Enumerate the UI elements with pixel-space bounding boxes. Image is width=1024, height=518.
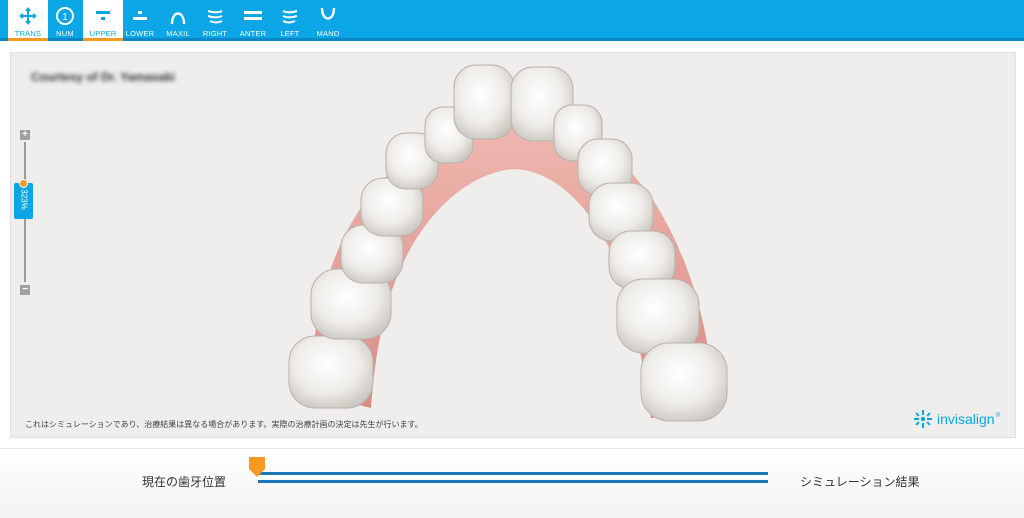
tool-mand[interactable]: MAND (308, 0, 348, 41)
upper-view-icon (83, 4, 123, 28)
tool-anter[interactable]: ANTER (233, 0, 273, 41)
tool-lower[interactable]: LOWER (120, 0, 160, 41)
lower-view-icon (120, 4, 160, 28)
3d-viewer[interactable]: Courtesy of Dr. Yamasaki これはシミュレーションであり、… (10, 52, 1016, 438)
anterior-view-icon (233, 4, 273, 28)
timeline-line-bottom (258, 480, 768, 483)
dental-arch-model[interactable] (11, 53, 1017, 439)
timeline-line-top (258, 472, 768, 475)
tool-trans[interactable]: TRANS (8, 0, 48, 41)
tool-upper[interactable]: UPPER (83, 0, 123, 41)
tooth (616, 278, 700, 354)
tool-upper-label: UPPER (89, 29, 117, 38)
logo-text: invisalign (937, 411, 995, 427)
timeline-handle[interactable] (249, 457, 265, 477)
tool-right[interactable]: RIGHT (195, 0, 235, 41)
left-view-icon (270, 4, 310, 28)
tool-anter-label: ANTER (239, 29, 267, 38)
tool-maxil-label: MAXIL (166, 29, 190, 38)
invisalign-logo: invisalign ® (913, 409, 1000, 429)
tool-trans-label: TRANS (14, 29, 42, 38)
num-badge: 1 (62, 12, 68, 23)
zoom-slider-handle[interactable]: 323% (14, 179, 33, 219)
zoom-level: 323% (19, 189, 29, 210)
tooth (288, 335, 374, 409)
tool-num[interactable]: 1 NUM (45, 0, 85, 41)
tool-maxil[interactable]: MAXIL (158, 0, 198, 41)
move-arrows-icon (8, 4, 48, 28)
zoom-out-button[interactable]: − (20, 285, 30, 295)
tool-left[interactable]: LEFT (270, 0, 310, 41)
current-position-label: 現在の歯牙位置 (142, 475, 227, 489)
simulation-disclaimer: これはシミュレーションであり、治療結果は異なる場合があります。実際の治療計画の決… (25, 420, 423, 429)
invisalign-star-icon (914, 410, 932, 428)
logo-mark: ® (995, 413, 1001, 419)
tool-mand-label: MAND (316, 29, 340, 38)
tool-left-label: LEFT (280, 29, 300, 38)
tooth (453, 64, 515, 140)
teeth-group (288, 64, 728, 422)
tool-right-label: RIGHT (202, 29, 228, 38)
right-view-icon (195, 4, 235, 28)
maxillary-arch-icon (158, 4, 198, 28)
view-toolbar: TRANS 1 NUM UPPER LOWER MAXIL RIGHT ANTE… (0, 0, 1024, 41)
zoom-in-button[interactable]: + (20, 130, 30, 140)
tool-lower-label: LOWER (125, 29, 155, 38)
stage-timeline[interactable] (258, 472, 768, 484)
simulation-result-label: シミュレーション結果 (800, 475, 920, 489)
numbered-circle-icon: 1 (45, 4, 85, 28)
mandibular-arch-icon (308, 4, 348, 28)
tool-num-label: NUM (56, 29, 74, 38)
tooth (640, 342, 728, 422)
